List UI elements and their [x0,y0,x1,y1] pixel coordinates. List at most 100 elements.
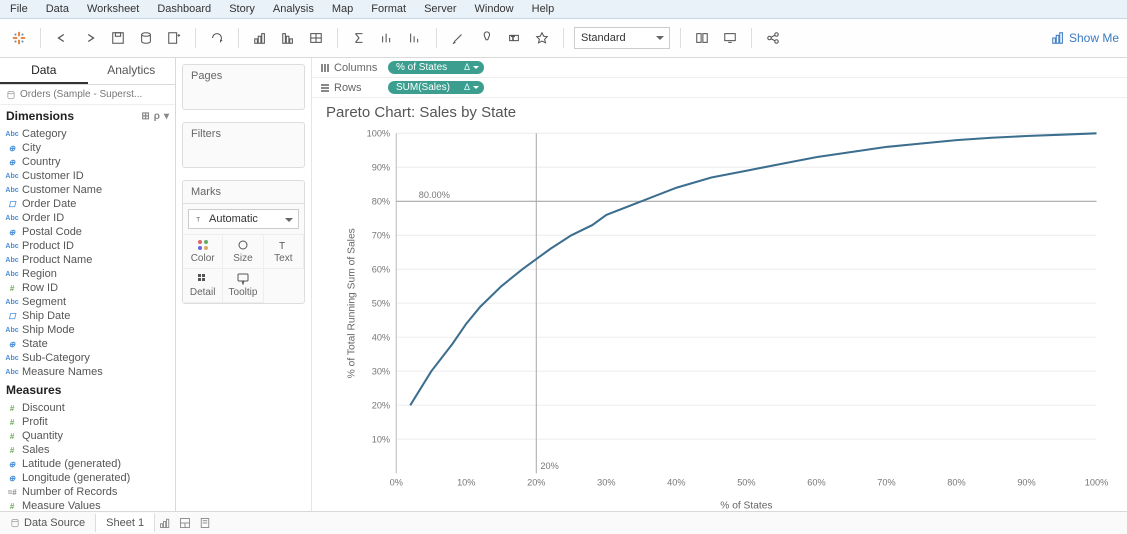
measure-profit[interactable]: #Profit [0,415,175,429]
dimension-segment[interactable]: AbcSegment [0,295,175,309]
columns-pill[interactable]: % of States [388,61,484,74]
new-worksheet-button[interactable] [163,27,185,49]
svg-text:% of States: % of States [720,500,772,511]
new-sheet-button[interactable] [155,517,175,529]
svg-text:T: T [279,241,285,251]
measure-discount[interactable]: #Discount [0,401,175,415]
pages-shelf[interactable]: Pages [182,64,305,110]
swap-button[interactable] [249,27,271,49]
measure-latitude-(generated)[interactable]: ⊕Latitude (generated) [0,457,175,471]
dimension-postal-code[interactable]: ⊕Postal Code [0,225,175,239]
dimension-order-id[interactable]: AbcOrder ID [0,211,175,225]
sheet-tabs: Data Source Sheet 1 [0,511,1127,534]
menu-file[interactable]: File [10,3,28,15]
tableau-logo-icon[interactable] [8,27,30,49]
svg-text:30%: 30% [597,478,615,488]
pin-button[interactable] [475,27,497,49]
marks-size[interactable]: Size [223,235,263,269]
dimension-product-name[interactable]: AbcProduct Name [0,253,175,267]
menu-map[interactable]: Map [332,3,353,15]
svg-text:100%: 100% [367,128,390,138]
tab-analytics[interactable]: Analytics [88,58,176,84]
menu-help[interactable]: Help [532,3,555,15]
dim-menu-icon[interactable]: ▾ [164,111,169,122]
svg-text:% of Total Running Sum of Sale: % of Total Running Sum of Sales [346,228,357,378]
dim-view-icon[interactable]: ⊞ [141,111,149,122]
measure-number-of-records[interactable]: =#Number of Records [0,485,175,499]
svg-text:20%: 20% [527,478,545,488]
new-story-button[interactable] [195,517,215,529]
redo-button[interactable] [79,27,101,49]
show-me-button[interactable]: Show Me [1051,31,1119,45]
dimension-sub-category[interactable]: AbcSub-Category [0,351,175,365]
marks-tooltip[interactable]: Tooltip [223,269,263,303]
mark-button[interactable] [531,27,553,49]
fit-dropdown[interactable]: Standard [574,27,670,49]
dimension-customer-id[interactable]: AbcCustomer ID [0,169,175,183]
save-button[interactable] [107,27,129,49]
menu-dashboard[interactable]: Dashboard [157,3,211,15]
dimension-region[interactable]: AbcRegion [0,267,175,281]
dimension-ship-mode[interactable]: AbcShip Mode [0,323,175,337]
abc-button[interactable] [404,27,426,49]
menu-data[interactable]: Data [46,3,69,15]
measure-sales[interactable]: #Sales [0,443,175,457]
menu-format[interactable]: Format [371,3,406,15]
menu-analysis[interactable]: Analysis [273,3,314,15]
menu-story[interactable]: Story [229,3,255,15]
menu-window[interactable]: Window [475,3,514,15]
svg-text:80%: 80% [372,196,390,206]
highlight-button[interactable] [447,27,469,49]
dimension-order-date[interactable]: ☐Order Date [0,197,175,211]
dimension-state[interactable]: ⊕State [0,337,175,351]
totals-button[interactable] [348,27,370,49]
chart-title[interactable]: Pareto Chart: Sales by State [312,98,1127,123]
tab-sheet1[interactable]: Sheet 1 [96,513,155,532]
data-pane: Data Analytics Orders (Sample - Superst.… [0,58,176,524]
tab-datasource[interactable]: Data Source [0,514,96,532]
dimension-ship-date[interactable]: ☐Ship Date [0,309,175,323]
worksheet-view: Columns % of States Rows SUM(Sales) Pare… [312,58,1127,524]
presentation-button[interactable] [719,27,741,49]
label-button[interactable]: T [503,27,525,49]
measure-longitude-(generated)[interactable]: ⊕Longitude (generated) [0,471,175,485]
new-dashboard-button[interactable] [175,517,195,529]
datasource-item[interactable]: Orders (Sample - Superst... [0,85,175,105]
tab-data[interactable]: Data [0,58,88,84]
marks-detail[interactable]: Detail [183,269,223,303]
sort-desc-button[interactable] [305,27,327,49]
menu-server[interactable]: Server [424,3,456,15]
svg-text:0%: 0% [390,478,403,488]
filters-shelf[interactable]: Filters [182,122,305,168]
toolbar: T Standard Show Me [0,19,1127,58]
columns-shelf[interactable]: Columns % of States [312,58,1127,78]
mark-type-dropdown[interactable]: T Automatic [188,209,299,229]
svg-text:80.00%: 80.00% [419,190,450,200]
marks-text[interactable]: TText [264,235,304,269]
svg-text:90%: 90% [1017,478,1035,488]
rows-pill[interactable]: SUM(Sales) [388,81,484,94]
show-cards-button[interactable] [691,27,713,49]
new-datasource-button[interactable] [135,27,157,49]
rows-shelf[interactable]: Rows SUM(Sales) [312,78,1127,98]
dimension-country[interactable]: ⊕Country [0,155,175,169]
dimension-customer-name[interactable]: AbcCustomer Name [0,183,175,197]
dim-search-icon[interactable]: ρ [154,111,160,122]
dimension-product-id[interactable]: AbcProduct ID [0,239,175,253]
share-button[interactable] [762,27,784,49]
menu-worksheet[interactable]: Worksheet [87,3,139,15]
refresh-button[interactable] [206,27,228,49]
svg-text:40%: 40% [372,332,390,342]
dimension-measure-names[interactable]: AbcMeasure Names [0,365,175,379]
dimension-city[interactable]: ⊕City [0,141,175,155]
undo-button[interactable] [51,27,73,49]
group-button[interactable] [376,27,398,49]
chart-canvas[interactable]: 10%20%30%40%50%60%70%80%90%100%0%10%20%3… [312,123,1127,524]
svg-text:50%: 50% [372,298,390,308]
dimension-row-id[interactable]: #Row ID [0,281,175,295]
sort-asc-button[interactable] [277,27,299,49]
svg-text:90%: 90% [372,162,390,172]
measure-quantity[interactable]: #Quantity [0,429,175,443]
dimension-category[interactable]: AbcCategory [0,127,175,141]
marks-color[interactable]: Color [183,235,223,269]
